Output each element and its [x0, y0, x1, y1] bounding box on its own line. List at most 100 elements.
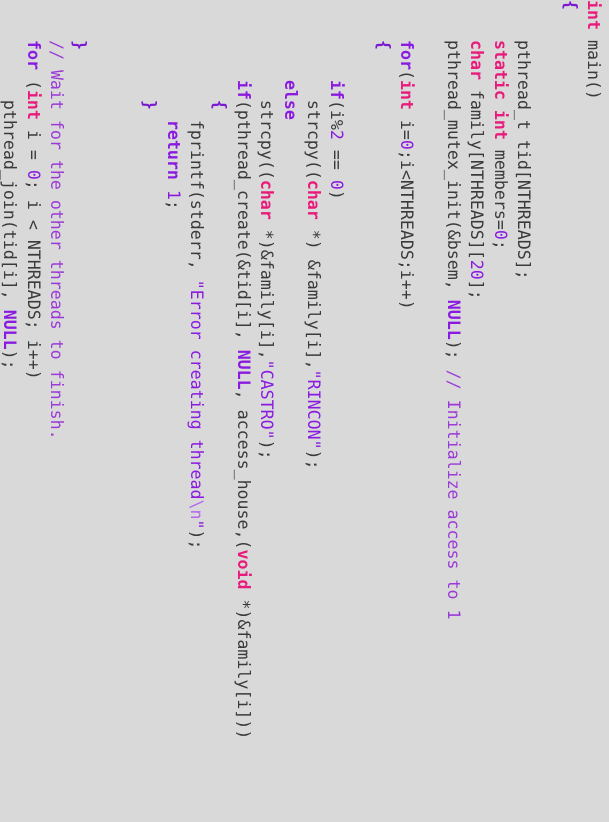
code-token: // Initialize access to 1 — [443, 369, 463, 620]
code-token: ) — [327, 189, 347, 200]
code-token: == — [327, 139, 347, 180]
code-line: { — [372, 0, 395, 822]
code-token: 2 — [327, 129, 347, 140]
code-line: pthread_t tid[NTHREADS]; — [512, 0, 535, 822]
code-token: { — [210, 99, 230, 110]
code-token: int — [397, 79, 417, 110]
code-token: ]; — [467, 279, 487, 300]
code-line: return 1; — [161, 0, 184, 822]
code-line: } — [68, 0, 91, 822]
code-token: strcpy(( — [257, 0, 277, 180]
code-token: for — [397, 39, 417, 70]
code-line: strcpy((char *)&family[i],"CASTRO"); — [255, 0, 278, 822]
code-token: family[NTHREADS][ — [467, 79, 487, 260]
code-token: { — [373, 39, 393, 50]
code-line: if(pthread_create(&tid[i], NULL, access_… — [232, 0, 255, 822]
screenshot-viewport: int main(){ pthread_t tid[NTHREADS]; sta… — [0, 0, 609, 822]
code-token: 20 — [467, 259, 487, 280]
code-token: i = — [23, 119, 43, 170]
code-token: "CASTRO" — [257, 359, 277, 440]
code-line: // Wait for the other threads to finish. — [45, 0, 68, 822]
code-token: ); — [187, 529, 207, 550]
code-editor[interactable]: int main(){ pthread_t tid[NTHREADS]; sta… — [0, 0, 609, 822]
code-token: " — [187, 519, 207, 530]
code-token: else — [280, 79, 300, 120]
code-token: main() — [584, 29, 603, 100]
code-token: *) &family[i], — [303, 219, 323, 370]
code-line: { — [208, 0, 231, 822]
code-token: if — [233, 79, 253, 100]
code-token: \n — [187, 499, 207, 520]
code-token: 0 — [490, 229, 510, 240]
code-token: pthread_t tid[NTHREADS]; — [513, 0, 533, 280]
code-line: pthread_join(tid[i], NULL); — [0, 0, 21, 822]
code-line: if(i%2 == 0) — [325, 0, 348, 822]
code-token: (pthread_create(&tid[i], — [233, 99, 253, 350]
code-line: int main() — [582, 0, 605, 822]
code-token: ); — [443, 339, 463, 370]
code-line: static int members=0; — [488, 0, 511, 822]
code-token: int — [490, 109, 510, 140]
code-token: int — [584, 0, 603, 30]
code-token: // Wait for the other threads to finish. — [47, 39, 67, 440]
code-token: char — [467, 39, 487, 80]
code-line: strcpy((char *) &family[i],"RINCON"); — [302, 0, 325, 822]
code-token: (i% — [327, 99, 347, 130]
code-token: ; — [490, 239, 510, 250]
code-token: char — [257, 179, 277, 220]
code-token: ;i<NTHREADS;i++) — [397, 149, 417, 310]
code-token: ( — [397, 69, 417, 80]
code-line: { — [558, 0, 581, 822]
code-token: ; — [163, 199, 183, 210]
code-line: pthread_mutex_init(&bsem, NULL); // Init… — [442, 0, 465, 822]
code-token: char — [303, 179, 323, 220]
code-token: NULL — [443, 299, 463, 340]
code-token: static — [490, 39, 510, 100]
code-line: for (int i = 0; i < NTHREADS; i++) — [21, 0, 44, 822]
code-token: ); — [0, 349, 20, 370]
code-token: if — [327, 79, 347, 100]
code-token: for — [23, 39, 43, 70]
code-token: } — [70, 39, 90, 50]
code-token: pthread_join(tid[i], — [0, 0, 20, 310]
code-token: 0 — [327, 179, 347, 190]
code-token: members= — [490, 139, 510, 230]
code-token: *)&family[i])) — [233, 589, 253, 740]
code-token: ; i < NTHREADS; i++) — [23, 179, 43, 380]
code-token: 0 — [23, 169, 43, 180]
code-token: strcpy(( — [303, 0, 323, 180]
code-token: return — [163, 119, 183, 180]
code-token: NULL — [233, 349, 253, 390]
code-token: { — [560, 0, 580, 10]
code-token: *)&family[i], — [257, 219, 277, 360]
code-block: int main(){ pthread_t tid[NTHREADS]; sta… — [0, 0, 605, 822]
code-token: 0 — [397, 139, 417, 150]
code-token: i= — [397, 109, 417, 140]
code-token: ( — [23, 69, 43, 90]
code-token: ); — [303, 449, 323, 470]
code-token: NULL — [0, 309, 20, 350]
code-line: } — [138, 0, 161, 822]
code-token: 1 — [163, 189, 183, 200]
code-token: pthread_mutex_init(&bsem, — [443, 0, 463, 300]
code-token: "Error creating thread — [187, 279, 207, 500]
code-token: void — [233, 549, 253, 590]
